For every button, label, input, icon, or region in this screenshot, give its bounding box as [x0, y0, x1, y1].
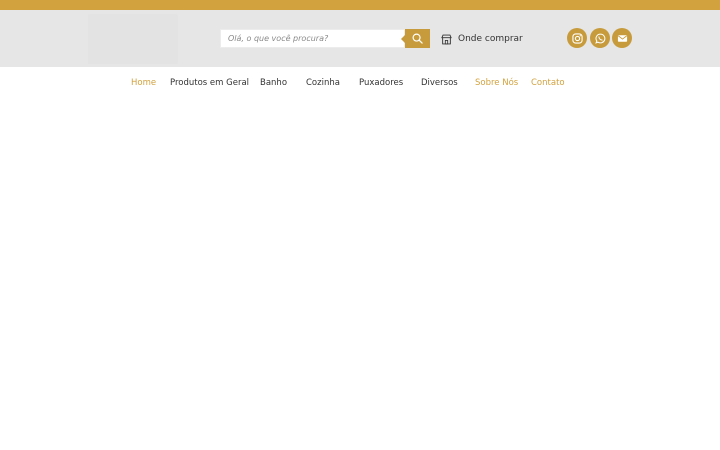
nav-item-contato[interactable]: Contato: [531, 78, 565, 88]
where-to-buy-label: Onde comprar: [458, 34, 523, 44]
search-icon: [412, 33, 423, 44]
nav-item-diversos[interactable]: Diversos: [421, 78, 458, 88]
email-button[interactable]: [612, 28, 632, 48]
search-button[interactable]: [401, 29, 430, 48]
instagram-icon: [571, 32, 583, 44]
envelope-icon: [617, 34, 627, 42]
top-accent-bar: [0, 0, 720, 10]
shop-icon: [441, 34, 452, 44]
nav-item-sobre-nos[interactable]: Sobre Nós: [475, 78, 518, 88]
nav-item-produtos-em-geral[interactable]: Produtos em Geral: [170, 78, 249, 88]
whatsapp-button[interactable]: [590, 28, 610, 48]
site-logo[interactable]: [88, 14, 178, 64]
nav-item-cozinha[interactable]: Cozinha: [306, 78, 340, 88]
nav-item-banho[interactable]: Banho: [260, 78, 287, 88]
main-navigation: Home Produtos em Geral Banho Cozinha Pux…: [0, 67, 720, 99]
search-bar: [220, 29, 430, 48]
search-input[interactable]: [220, 29, 405, 48]
instagram-button[interactable]: [567, 28, 587, 48]
nav-item-puxadores[interactable]: Puxadores: [359, 78, 403, 88]
nav-item-home[interactable]: Home: [131, 78, 156, 88]
whatsapp-icon: [594, 33, 605, 44]
where-to-buy-link[interactable]: Onde comprar: [441, 32, 523, 46]
